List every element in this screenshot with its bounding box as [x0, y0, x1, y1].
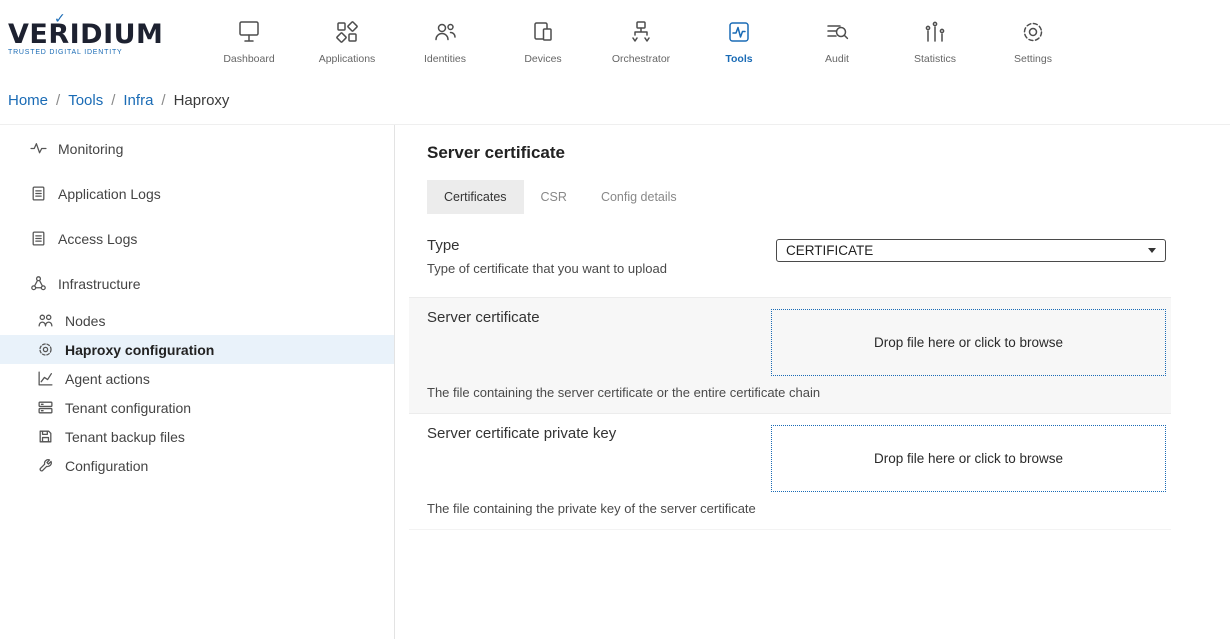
nav-item-orchestrator[interactable]: Orchestrator [592, 12, 690, 65]
sidebar-item-tenant-configuration[interactable]: Tenant configuration [0, 393, 394, 422]
nav-item-identities[interactable]: Identities [396, 12, 494, 65]
sidebar-item-agent-actions[interactable]: Agent actions [0, 364, 394, 393]
private-key-dropzone[interactable]: Drop file here or click to browse [771, 425, 1166, 492]
save-disk-icon [37, 428, 54, 445]
sidebar-item-label: Haproxy configuration [65, 342, 214, 358]
audit-icon [823, 16, 851, 46]
infrastructure-network-icon [30, 275, 47, 292]
selected-option: CERTIFICATE [786, 243, 873, 258]
sidebar-item-monitoring[interactable]: Monitoring [0, 126, 394, 171]
settings-gear-icon [1019, 16, 1047, 46]
sidebar-item-access-logs[interactable]: Access Logs [0, 216, 394, 261]
private-key-label: Server certificate private key [427, 425, 771, 442]
nodes-people-icon [37, 312, 54, 329]
logo-check-icon: ✓ [54, 12, 66, 26]
nav-item-applications[interactable]: Applications [298, 12, 396, 65]
sidebar-item-label: Configuration [65, 458, 148, 474]
dropzone-text: Drop file here or click to browse [874, 335, 1063, 350]
sidebar-item-tenant-backup-files[interactable]: Tenant backup files [0, 422, 394, 451]
nav-item-label: Dashboard [223, 53, 274, 65]
private-key-help: The file containing the private key of t… [427, 501, 1166, 516]
nav-item-label: Settings [1014, 53, 1052, 65]
private-key-row: Server certificate private key Drop file… [409, 413, 1171, 530]
sidebar-item-application-logs[interactable]: Application Logs [0, 171, 394, 216]
nav-item-label: Identities [424, 53, 466, 65]
sidebar: Monitoring Application Logs Access Logs … [0, 125, 395, 639]
dashboard-icon [235, 16, 263, 46]
sidebar-item-infrastructure[interactable]: Infrastructure [0, 261, 394, 306]
document-icon [30, 230, 47, 247]
breadcrumb-tools[interactable]: Tools [68, 92, 103, 109]
nav-item-dashboard[interactable]: Dashboard [200, 12, 298, 65]
nav-item-label: Devices [524, 53, 561, 65]
tab-config-details[interactable]: Config details [584, 180, 694, 214]
nav-item-label: Applications [319, 53, 376, 65]
sidebar-item-configuration[interactable]: Configuration [0, 451, 394, 480]
nav-item-label: Audit [825, 53, 849, 65]
wrench-icon [37, 457, 54, 474]
sidebar-item-label: Tenant configuration [65, 400, 191, 416]
type-help: Type of certificate that you want to upl… [427, 261, 667, 276]
nav-item-label: Statistics [914, 53, 956, 65]
applications-icon [333, 16, 361, 46]
chevron-down-icon [1148, 248, 1156, 253]
veridium-logo[interactable]: VERIDIUM ✓ TRUSTED DIGITAL IDENTITY [0, 21, 198, 56]
logo-name: VERIDIUM ✓ [8, 21, 198, 48]
sidebar-item-label: Infrastructure [58, 276, 140, 292]
server-certificate-row: Server certificate Drop file here or cli… [409, 297, 1171, 413]
statistics-icon [921, 16, 949, 46]
page-title: Server certificate [427, 143, 1171, 163]
nav-item-audit[interactable]: Audit [788, 12, 886, 65]
type-row: Type Type of certificate that you want t… [409, 214, 1171, 297]
server-certificate-label: Server certificate [427, 309, 771, 326]
gear-icon [37, 341, 54, 358]
dropzone-text: Drop file here or click to browse [874, 451, 1063, 466]
private-key-field: Server certificate private key [427, 425, 771, 492]
nav-item-label: Orchestrator [612, 53, 670, 65]
tab-certificates[interactable]: Certificates [427, 180, 524, 214]
tab-csr[interactable]: CSR [524, 180, 584, 214]
sidebar-item-nodes[interactable]: Nodes [0, 306, 394, 335]
tools-icon [725, 16, 753, 46]
breadcrumb-infra[interactable]: Infra [123, 92, 153, 109]
sidebar-item-label: Monitoring [58, 141, 123, 157]
server-certificate-dropzone[interactable]: Drop file here or click to browse [771, 309, 1166, 376]
nav-item-settings[interactable]: Settings [984, 12, 1082, 65]
line-chart-icon [37, 370, 54, 387]
logo-text: VERIDIUM [8, 19, 163, 50]
nav-item-statistics[interactable]: Statistics [886, 12, 984, 65]
nav-item-devices[interactable]: Devices [494, 12, 592, 65]
top-nav: Dashboard Applications Identities Device… [200, 12, 1082, 65]
breadcrumb: Home / Tools / Infra / Haproxy [0, 77, 1230, 124]
identities-icon [431, 16, 459, 46]
server-certificate-field: Server certificate [427, 309, 771, 376]
sidebar-item-label: Application Logs [58, 186, 161, 202]
sidebar-item-label: Access Logs [58, 231, 137, 247]
type-field-text: Type Type of certificate that you want t… [427, 237, 667, 276]
monitoring-pulse-icon [30, 140, 47, 157]
nav-item-tools[interactable]: Tools [690, 12, 788, 65]
type-label: Type [427, 237, 667, 254]
server-stack-icon [37, 399, 54, 416]
sidebar-item-haproxy-configuration[interactable]: Haproxy configuration [0, 335, 394, 364]
content-area: Monitoring Application Logs Access Logs … [0, 124, 1230, 639]
breadcrumb-current: Haproxy [174, 92, 230, 109]
breadcrumb-separator: / [56, 92, 60, 109]
sidebar-item-label: Agent actions [65, 371, 150, 387]
document-icon [30, 185, 47, 202]
main-panel: Server certificate Certificates CSR Conf… [409, 125, 1171, 639]
sidebar-item-label: Tenant backup files [65, 429, 185, 445]
orchestrator-icon [627, 16, 655, 46]
logo-tagline: TRUSTED DIGITAL IDENTITY [8, 49, 198, 56]
sidebar-item-label: Nodes [65, 313, 105, 329]
server-certificate-help: The file containing the server certifica… [427, 385, 1166, 400]
breadcrumb-separator: / [111, 92, 115, 109]
certificate-type-select[interactable]: CERTIFICATE [776, 239, 1166, 262]
top-bar: VERIDIUM ✓ TRUSTED DIGITAL IDENTITY Dash… [0, 0, 1230, 77]
breadcrumb-home[interactable]: Home [8, 92, 48, 109]
devices-icon [529, 16, 557, 46]
breadcrumb-separator: / [161, 92, 165, 109]
nav-item-label: Tools [725, 53, 752, 65]
tab-bar: Certificates CSR Config details [427, 180, 1171, 214]
